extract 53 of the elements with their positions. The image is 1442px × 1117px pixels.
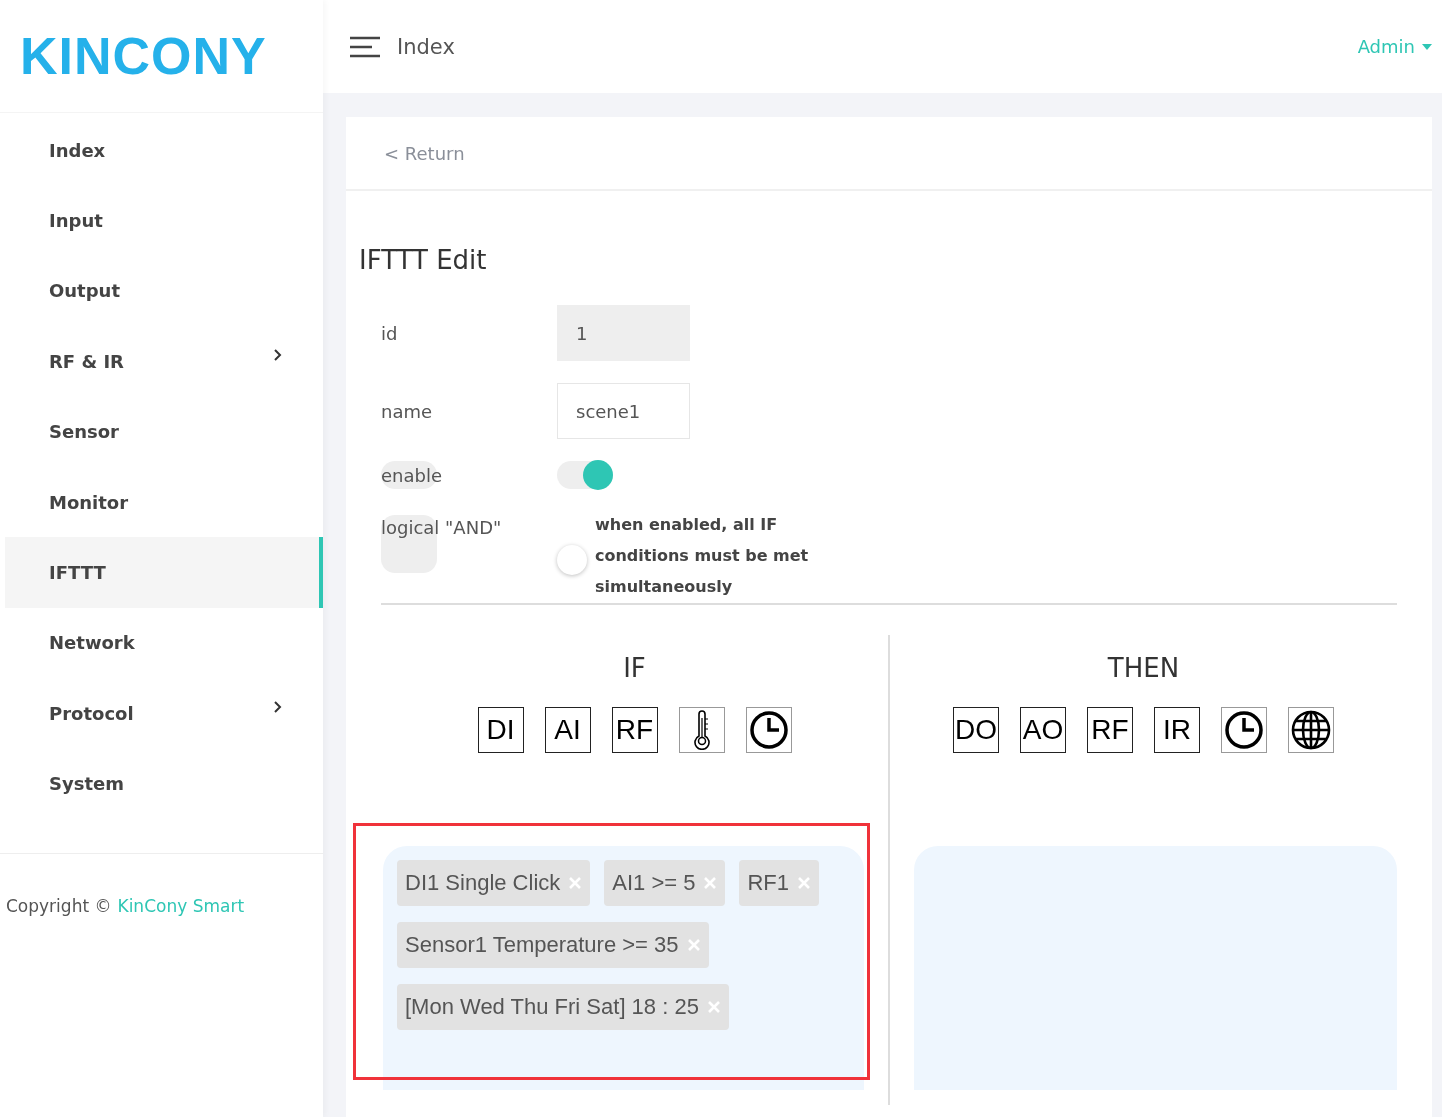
sidebar-item[interactable]: Monitor xyxy=(5,466,323,538)
tool-button[interactable]: DI xyxy=(477,707,524,753)
toggle-switch[interactable] xyxy=(557,461,613,489)
clock-button[interactable] xyxy=(745,707,792,753)
tool-button[interactable]: AI xyxy=(544,707,591,753)
input-field[interactable]: scene1 xyxy=(557,383,690,439)
caret-icon xyxy=(1422,43,1432,50)
help-text: when enabled, all IF conditions must be met simultaneously xyxy=(595,514,810,598)
condition-tag[interactable]: [Mon Wed Thu Fri Sat] 18 : 25 xyxy=(397,984,729,1030)
logo: KINCONY xyxy=(20,26,267,86)
menu-icon xyxy=(350,35,380,58)
page-title: Index xyxy=(397,34,455,59)
globe-button[interactable] xyxy=(1288,707,1334,753)
tool-button[interactable]: RF xyxy=(1087,707,1133,753)
field-label: name xyxy=(381,400,434,422)
sidebar-item[interactable]: Network xyxy=(5,607,323,679)
sidebar-item[interactable]: RF & IR xyxy=(5,326,323,397)
toggle-switch[interactable] xyxy=(557,545,587,574)
clock-icon xyxy=(748,710,789,750)
clock-button[interactable] xyxy=(1221,707,1267,753)
thermometer-icon xyxy=(691,710,712,750)
field-label: logical "AND" xyxy=(381,517,503,538)
section-heading: IF xyxy=(623,653,646,683)
field-label: enable xyxy=(381,464,443,486)
condition-tag[interactable]: AI1 >= 5 xyxy=(604,860,726,906)
sidebar-item[interactable]: Index xyxy=(5,115,323,186)
clock-icon xyxy=(1224,710,1264,750)
sidebar-item[interactable]: Protocol xyxy=(5,678,323,749)
chevron-right-icon xyxy=(273,700,283,715)
close-icon xyxy=(706,1000,721,1014)
sidebar-item[interactable]: Output xyxy=(5,255,323,327)
close-icon xyxy=(686,938,701,952)
form-title: IFTTT Edit xyxy=(359,245,488,275)
chevron-right-icon xyxy=(273,348,283,363)
condition-tag[interactable]: Sensor1 Temperature >= 35 xyxy=(397,922,709,968)
close-icon xyxy=(568,876,583,890)
sidebar-item[interactable]: IFTTT xyxy=(5,537,323,608)
condition-tag[interactable]: DI1 Single Click xyxy=(397,860,591,906)
tool-button[interactable]: RF xyxy=(611,707,658,753)
sidebar-item[interactable]: Input xyxy=(5,185,323,256)
tool-button[interactable]: IR xyxy=(1154,707,1200,753)
copyright-text: Copyright © xyxy=(6,895,112,916)
close-icon xyxy=(797,876,812,890)
field-label: id xyxy=(381,322,399,344)
globe-icon xyxy=(1291,710,1331,750)
condition-tag[interactable]: RF1 xyxy=(739,860,820,906)
thermometer-button[interactable] xyxy=(678,707,725,753)
sidebar-item[interactable]: System xyxy=(5,748,323,819)
section-heading: THEN xyxy=(1107,653,1180,683)
close-icon xyxy=(703,876,718,890)
tool-button[interactable]: AO xyxy=(1020,707,1066,753)
tool-button[interactable]: DO xyxy=(953,707,999,753)
sidebar-item[interactable]: Sensor xyxy=(5,396,323,467)
